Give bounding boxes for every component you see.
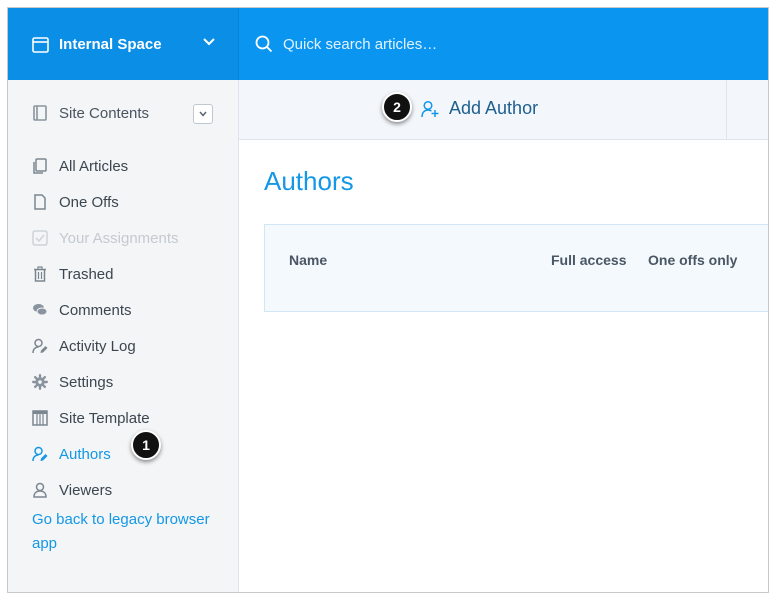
- sidebar-item-your-assignments: Your Assignments: [8, 223, 238, 253]
- sidebar-item-viewers[interactable]: Viewers: [8, 475, 238, 505]
- site-contents-dropdown[interactable]: [193, 104, 213, 124]
- sidebar-item-label: Your Assignments: [59, 229, 179, 247]
- space-switcher[interactable]: Internal Space: [8, 8, 239, 80]
- add-author-button[interactable]: Add Author: [421, 98, 538, 119]
- site-contents-label: Site Contents: [59, 105, 150, 122]
- checkbox-icon: [32, 230, 48, 246]
- template-icon: [32, 410, 48, 426]
- legacy-app-link[interactable]: Go back to legacy browser app: [32, 508, 222, 556]
- authors-table-header: Name Full access One offs only: [264, 224, 768, 312]
- search-input[interactable]: [281, 34, 665, 54]
- sidebar-item-label: One Offs: [59, 193, 119, 211]
- calendar-icon: [32, 36, 49, 53]
- sidebar-item-label: Settings: [59, 373, 114, 391]
- document-icon: [34, 194, 46, 210]
- sidebar-item-label: Trashed: [59, 265, 114, 283]
- sidebar-item-site-template[interactable]: Site Template: [8, 403, 238, 433]
- page-title: Authors: [264, 166, 354, 196]
- chevron-down-icon: [199, 111, 207, 117]
- sidebar-item-authors[interactable]: Authors: [8, 439, 238, 469]
- trash-icon: [34, 266, 46, 282]
- action-bar-divider: [726, 80, 727, 140]
- app-window: Internal Space Site Contents: [7, 7, 769, 593]
- gear-icon: [32, 374, 48, 390]
- callout-badge: 2: [382, 92, 412, 122]
- copy-icon: [33, 158, 47, 174]
- sidebar-item-all-articles[interactable]: All Articles: [8, 151, 238, 181]
- add-author-label: Add Author: [449, 98, 539, 118]
- sidebar-item-trashed[interactable]: Trashed: [8, 259, 238, 289]
- sidebar-item-label: Site Template: [59, 409, 150, 427]
- column-header-name[interactable]: Name: [289, 252, 327, 268]
- sidebar-item-comments[interactable]: Comments: [8, 295, 238, 325]
- sidebar-item-label: Activity Log: [59, 337, 136, 355]
- author-icon: [32, 446, 48, 462]
- sidebar-item-one-offs[interactable]: One Offs: [8, 187, 238, 217]
- chevron-down-icon: [203, 38, 215, 46]
- action-bar: Add Author: [239, 80, 768, 140]
- sidebar: Site Contents All Articles One Offs Your…: [8, 80, 239, 592]
- sidebar-item-label: All Articles: [59, 157, 129, 175]
- sidebar-item-label: Authors: [59, 445, 111, 463]
- sidebar-item-label: Comments: [59, 301, 132, 319]
- sidebar-item-label: Viewers: [59, 481, 113, 499]
- column-header-full-access[interactable]: Full access: [551, 252, 627, 268]
- sidebar-item-activity-log[interactable]: Activity Log: [8, 331, 238, 361]
- user-edit-icon: [32, 338, 48, 354]
- column-header-one-offs-only[interactable]: One offs only: [648, 252, 737, 268]
- add-user-icon: [421, 100, 439, 117]
- search-bar: [239, 8, 768, 80]
- book-icon: [33, 105, 47, 121]
- user-icon: [33, 482, 47, 498]
- site-contents-header: Site Contents: [8, 80, 238, 142]
- top-bar: Internal Space: [8, 8, 768, 80]
- space-name: Internal Space: [59, 35, 162, 53]
- sidebar-item-settings[interactable]: Settings: [8, 367, 238, 397]
- comments-icon: [33, 304, 48, 316]
- search-icon: [255, 35, 273, 53]
- callout-badge: 1: [131, 430, 161, 460]
